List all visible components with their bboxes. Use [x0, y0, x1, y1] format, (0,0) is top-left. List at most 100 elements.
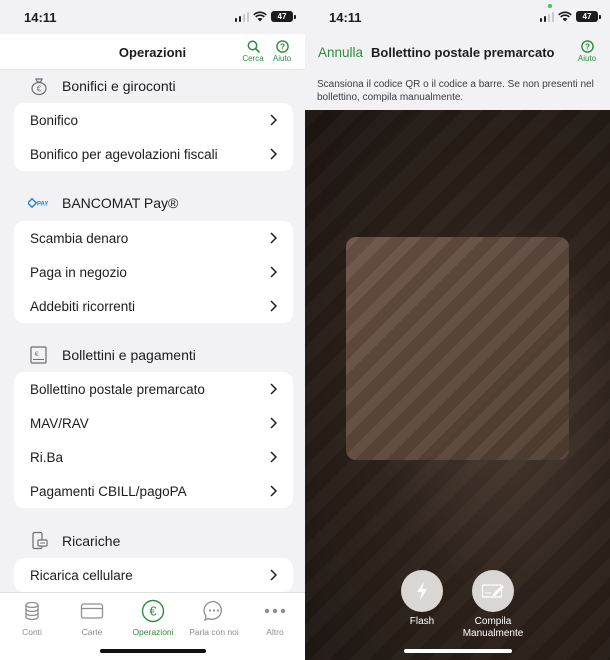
battery-icon: 47 — [271, 11, 296, 22]
help-button[interactable]: ? Aiuto — [268, 40, 296, 63]
chevron-right-icon — [270, 266, 277, 278]
wifi-icon — [558, 11, 572, 22]
search-button[interactable]: Cerca — [239, 40, 267, 63]
list-item-label: Bollettino postale premarcato — [30, 381, 205, 397]
tab-label: Carte — [81, 627, 103, 637]
operazioni-screen: 14:11 47 Operazioni Cerca ? Aiuto € Boni… — [0, 0, 305, 660]
list-item-label: Scambia denaro — [30, 230, 129, 246]
list-item-riba[interactable]: Ri.Ba — [14, 440, 293, 474]
card-icon — [62, 599, 122, 623]
section-title: Bollettini e pagamenti — [62, 347, 196, 363]
list-item-label: Ricarica cellulare — [30, 567, 133, 583]
bill-icon: € — [28, 344, 50, 366]
help-button[interactable]: ? Aiuto — [574, 40, 600, 63]
tab-carte[interactable]: Carte — [62, 599, 122, 637]
page-title: Bollettino postale premarcato — [371, 45, 555, 60]
list-item-paga-negozio[interactable]: Paga in negozio — [14, 255, 293, 289]
status-bar: 14:11 47 — [305, 0, 610, 34]
home-indicator — [404, 649, 512, 653]
scan-header: 14:11 47 Annulla Bollettino postale prem… — [305, 0, 610, 110]
home-indicator — [100, 649, 206, 653]
scan-frame — [346, 237, 569, 460]
chat-icon — [184, 599, 244, 623]
wifi-icon — [253, 11, 267, 22]
svg-text:€: € — [37, 85, 42, 94]
status-bar: 14:11 47 — [0, 0, 305, 34]
list-item-label: Bonifico — [30, 112, 79, 128]
help-icon: ? — [580, 40, 594, 53]
coins-icon — [2, 599, 62, 623]
tab-conti[interactable]: Conti — [2, 599, 62, 637]
list-item-bollettino-premarcato[interactable]: Bollettino postale premarcato — [14, 372, 293, 406]
more-icon — [245, 599, 305, 623]
section-card-bonifici: Bonifico Bonifico per agevolazioni fisca… — [14, 103, 293, 171]
scan-bollettino-screen: 14:11 47 Annulla Bollettino postale prem… — [305, 0, 610, 660]
svg-text:€: € — [35, 351, 39, 358]
chevron-right-icon — [270, 148, 277, 160]
section-header-ricariche: Ricariche — [28, 527, 120, 555]
search-icon — [247, 40, 260, 53]
scan-navbar: Annulla Bollettino postale premarcato ? … — [305, 34, 610, 70]
scan-instructions: Scansiona il codice QR o il codice a bar… — [317, 79, 594, 103]
section-card-bancomat-pay: Scambia denaro Paga in negozio Addebiti … — [14, 221, 293, 323]
status-time: 14:11 — [24, 10, 57, 25]
flash-label: Flash — [409, 616, 435, 627]
bottom-tab-bar: Conti Carte € Operazioni Parla con noi A… — [0, 592, 305, 660]
search-label: Cerca — [242, 54, 264, 63]
camera-in-use-indicator — [548, 4, 552, 8]
list-item-label: Paga in negozio — [30, 264, 127, 280]
operations-list[interactable]: € Bonifici e giroconti Bonifico Bonifico… — [0, 70, 305, 592]
tab-operazioni[interactable]: € Operazioni — [123, 599, 183, 637]
tab-label: Operazioni — [132, 627, 174, 637]
chevron-right-icon — [270, 383, 277, 395]
battery-icon: 47 — [576, 11, 601, 22]
euro-icon: € — [123, 599, 183, 623]
svg-text:€: € — [149, 604, 157, 619]
list-item-cbill-pagopa[interactable]: Pagamenti CBILL/pagoPA — [14, 474, 293, 508]
section-title: Ricariche — [62, 533, 121, 549]
money-bag-icon: € — [28, 75, 50, 97]
manual-label-line2: Manualmente — [462, 628, 524, 639]
section-title: BANCOMAT Pay® — [62, 195, 179, 211]
list-item-label: Bonifico per agevolazioni fiscali — [30, 146, 218, 162]
signal-icon — [539, 11, 554, 22]
tab-parla-con-noi[interactable]: Parla con noi — [184, 599, 244, 637]
signal-icon — [234, 11, 249, 22]
manual-entry-button[interactable]: Compila Manualmente — [448, 570, 538, 640]
phone-topup-icon — [28, 530, 50, 552]
status-icons: 47 — [234, 11, 296, 22]
section-title: Bonifici e giroconti — [62, 78, 176, 94]
cancel-button[interactable]: Annulla — [318, 45, 363, 60]
list-item-bonifico-agevolazioni[interactable]: Bonifico per agevolazioni fiscali — [14, 137, 293, 171]
chevron-right-icon — [270, 300, 277, 312]
list-item-scambia-denaro[interactable]: Scambia denaro — [14, 221, 293, 255]
tab-label: Parla con noi — [189, 627, 239, 637]
manual-label-line1: Compila — [474, 616, 512, 627]
list-item-label: Addebiti ricorrenti — [30, 298, 136, 314]
list-item-label: Pagamenti CBILL/pagoPA — [30, 483, 187, 499]
list-item-bonifico[interactable]: Bonifico — [14, 103, 293, 137]
list-item-addebiti-ricorrenti[interactable]: Addebiti ricorrenti — [14, 289, 293, 323]
help-label: Aiuto — [577, 54, 597, 63]
tab-label: Conti — [22, 627, 42, 637]
tab-label: Altro — [266, 627, 284, 637]
camera-viewfinder: Flash Compila Manualmente — [305, 110, 610, 660]
tab-altro[interactable]: Altro — [245, 599, 305, 637]
svg-text:?: ? — [279, 42, 284, 52]
status-time: 14:11 — [329, 10, 362, 25]
svg-text:PAY: PAY — [37, 202, 48, 208]
svg-text:?: ? — [584, 42, 589, 52]
section-header-bancomat-pay: PAY BANCOMAT Pay® — [28, 189, 178, 217]
list-item-ricarica-cellulare[interactable]: Ricarica cellulare — [14, 558, 293, 592]
chevron-right-icon — [270, 569, 277, 581]
list-item-label: MAV/RAV — [30, 415, 89, 431]
list-item-mav-rav[interactable]: MAV/RAV — [14, 406, 293, 440]
manual-edit-icon — [472, 570, 514, 612]
section-header-bollettini: € Bollettini e pagamenti — [28, 341, 196, 369]
section-card-bollettini: Bollettino postale premarcato MAV/RAV Ri… — [14, 372, 293, 508]
flash-icon — [401, 570, 443, 612]
bancomat-pay-logo: PAY — [28, 192, 50, 214]
section-card-ricariche: Ricarica cellulare — [14, 558, 293, 592]
help-icon: ? — [275, 40, 289, 53]
chevron-right-icon — [270, 232, 277, 244]
